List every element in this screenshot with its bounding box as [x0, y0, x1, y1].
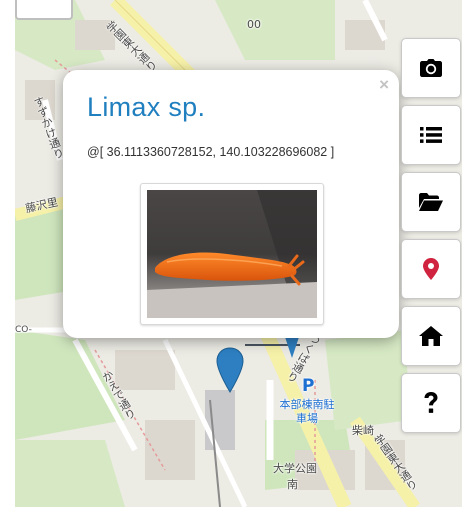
- map-marker-icon-button: [423, 258, 439, 280]
- location-button[interactable]: [401, 239, 461, 299]
- map-label-parking-p: P: [302, 376, 315, 396]
- observation-popup: × Limax sp. @[ 36.1113360728152, 140.103…: [63, 70, 399, 338]
- folder-open-icon: [419, 193, 443, 211]
- map-label-univ-park: 大学公園: [273, 462, 317, 475]
- popup-coordinates: @[ 36.1113360728152, 140.103228696082 ]: [87, 145, 335, 159]
- list-icon: [420, 127, 442, 143]
- popup-title: Limax sp.: [87, 92, 206, 122]
- map-label-edge: CO-: [15, 325, 32, 335]
- help-button[interactable]: [401, 373, 461, 433]
- close-icon[interactable]: ×: [379, 76, 389, 94]
- home-icon: [419, 326, 443, 346]
- question-icon: [424, 392, 438, 413]
- map-label-minami: 南: [287, 478, 298, 491]
- camera-icon: [420, 59, 442, 77]
- observation-photo[interactable]: [140, 183, 324, 325]
- list-button[interactable]: [401, 105, 461, 165]
- slug-photo-icon: [147, 190, 317, 318]
- map-label-parking-name: 本部棟南駐車場: [279, 398, 335, 425]
- zoom-control[interactable]: [15, 0, 73, 20]
- map-label-shibasaki: 柴崎: [352, 424, 374, 437]
- folder-button[interactable]: [401, 172, 461, 232]
- camera-button[interactable]: [401, 38, 461, 98]
- home-button[interactable]: [401, 306, 461, 366]
- map-marker-icon[interactable]: [215, 346, 245, 394]
- map-label-park-sign: 00: [247, 18, 261, 31]
